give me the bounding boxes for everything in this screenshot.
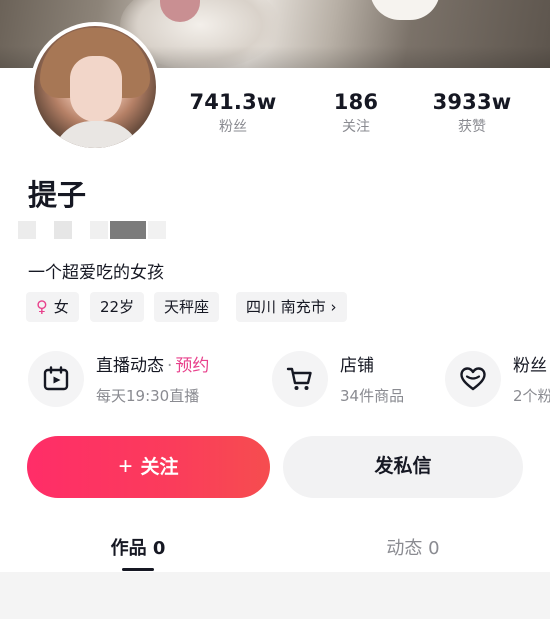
shop-icon-circle <box>272 351 328 407</box>
live-title-dot: · <box>167 356 173 376</box>
stats-row: 741.3w 粉丝 186 关注 3933w 获赞 <box>189 90 530 142</box>
live-subtitle: 每天19:30直播 <box>96 387 200 405</box>
tag-zodiac: 天秤座 <box>154 292 220 322</box>
redacted-block <box>90 221 108 239</box>
stat-following-label: 关注 <box>342 119 370 135</box>
stat-fans[interactable]: 741.3w 粉丝 <box>178 90 288 136</box>
avatar-face <box>70 56 122 122</box>
shop-title: 店铺 <box>340 356 374 376</box>
cover-cat-paw <box>370 0 440 20</box>
redacted-block <box>110 221 146 239</box>
live-title: 直播动态 · 预约 <box>96 351 209 376</box>
send-message-button[interactable]: 发私信 <box>283 436 523 498</box>
service-entries: 直播动态 · 预约 每天19:30直播 店铺 34件商品 粉丝 2个粉 <box>0 347 550 413</box>
nickname: 提子 <box>28 178 87 212</box>
tag-location[interactable]: 四川 南充市 › <box>236 292 347 322</box>
fans-group-entry[interactable]: 粉丝 2个粉 <box>445 347 550 413</box>
stat-fans-label: 粉丝 <box>219 119 247 135</box>
tab-works[interactable]: 作品 0 <box>78 534 198 560</box>
tab-dynamics[interactable]: 动态 0 <box>353 534 473 560</box>
avatar-shirt <box>52 121 142 148</box>
fans-title: 粉丝 <box>513 356 547 376</box>
bio-text: 一个超爱吃的女孩 <box>28 263 164 283</box>
live-schedule-entry[interactable]: 直播动态 · 预约 每天19:30直播 <box>28 347 258 413</box>
stat-likes[interactable]: 3933w 获赞 <box>417 90 527 136</box>
shop-subtitle: 34件商品 <box>340 387 405 405</box>
cart-icon <box>286 367 312 390</box>
tag-age: 22岁 <box>90 292 145 322</box>
tag-gender: ♀ 女 <box>26 292 79 322</box>
redacted-block <box>148 221 166 239</box>
follow-label: 关注 <box>140 457 179 478</box>
content-area <box>0 572 550 619</box>
tag-gender-label: 女 <box>53 298 69 316</box>
stat-following-value: 186 <box>333 90 379 114</box>
fans-icon-circle <box>445 351 501 407</box>
profile-tabs: 作品 0 动态 0 <box>0 520 550 572</box>
reserve-link[interactable]: 预约 <box>175 356 209 376</box>
stat-likes-value: 3933w <box>432 90 512 114</box>
avatar[interactable] <box>30 22 160 152</box>
shop-entry[interactable]: 店铺 34件商品 <box>272 347 432 413</box>
stat-likes-label: 获赞 <box>458 119 486 135</box>
live-icon-circle <box>28 351 84 407</box>
active-tab-indicator <box>122 568 154 571</box>
calendar-play-icon <box>43 366 69 391</box>
stat-fans-value: 741.3w <box>189 90 277 114</box>
plus-icon: + <box>118 453 133 480</box>
heart-icon <box>460 367 486 391</box>
follow-button[interactable]: + 关注 <box>27 436 270 498</box>
stat-following[interactable]: 186 关注 <box>301 90 411 136</box>
female-icon: ♀ <box>36 297 48 316</box>
live-title-text: 直播动态 <box>96 356 164 376</box>
redacted-block <box>54 221 72 239</box>
redacted-block <box>18 221 36 239</box>
fans-subtitle: 2个粉 <box>513 387 550 405</box>
